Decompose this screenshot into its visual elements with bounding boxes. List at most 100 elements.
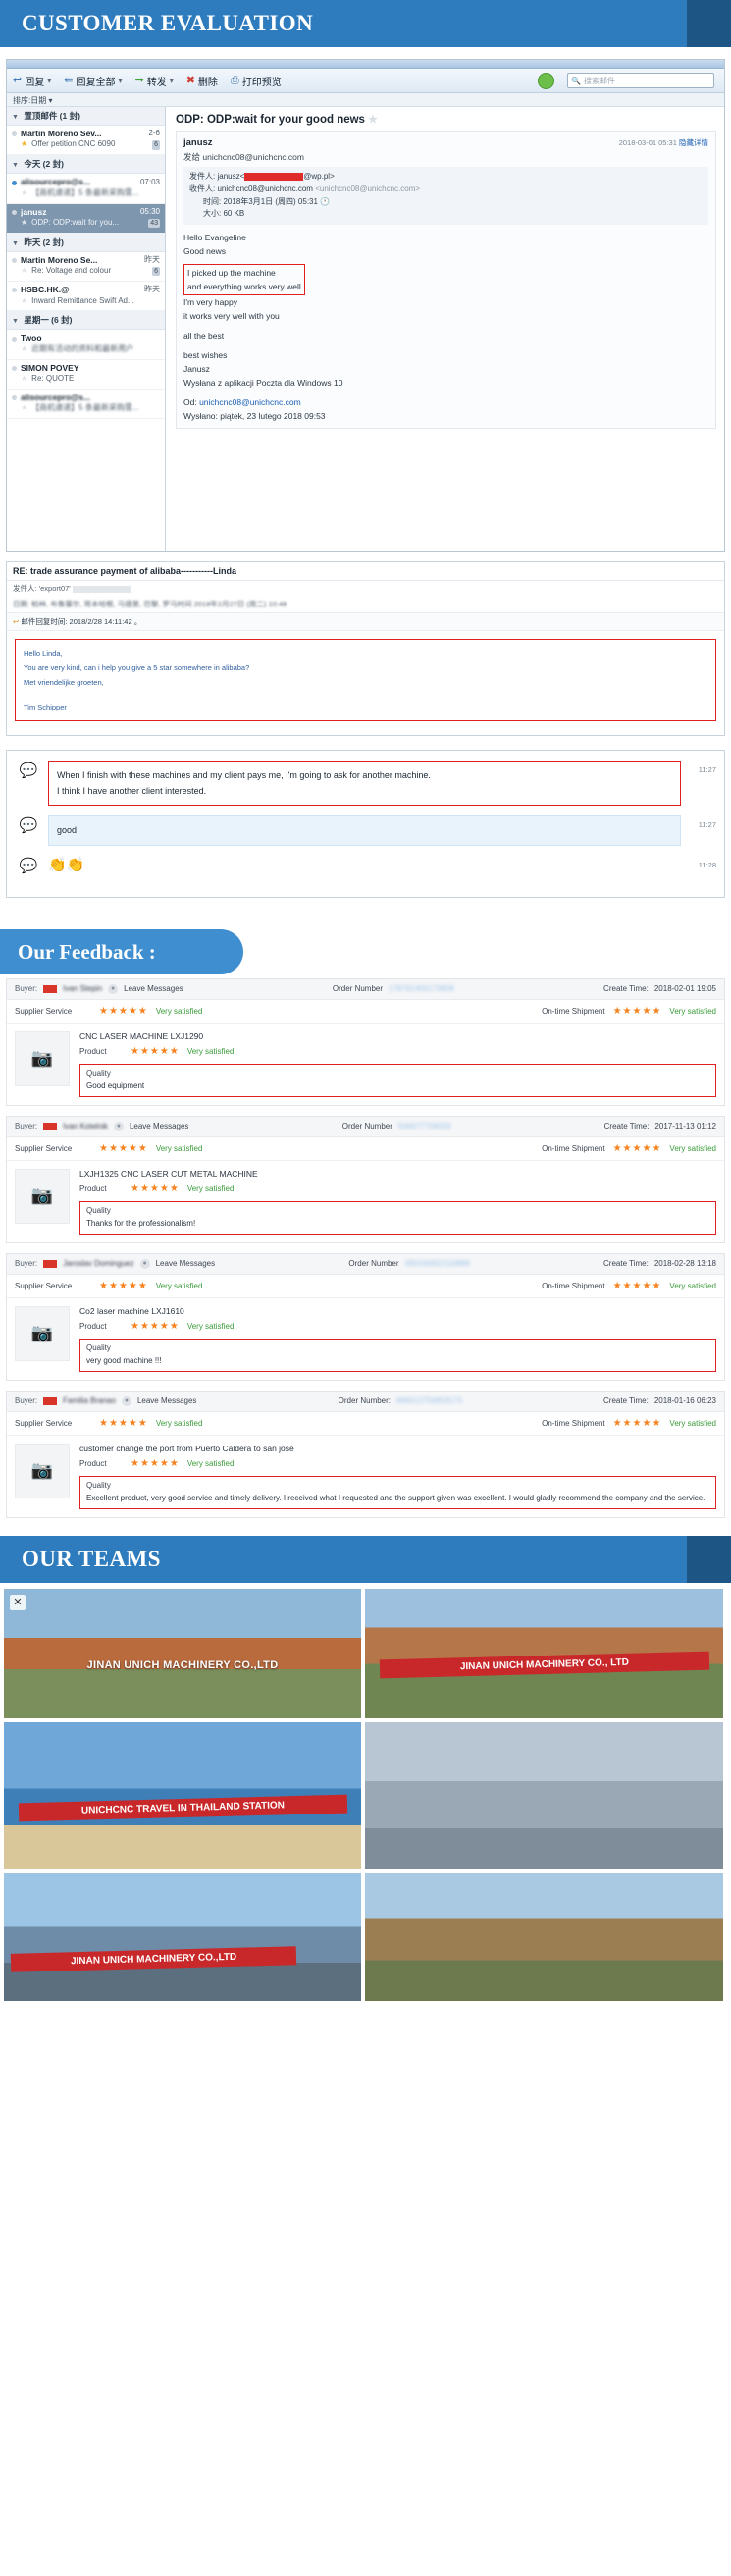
customer-evaluation-banner: CUSTOMER EVALUATION	[0, 0, 731, 47]
leave-messages-link[interactable]: Leave Messages	[137, 1396, 196, 1405]
buyer-label: Buyer:	[15, 1122, 38, 1131]
list-item-date: 昨天	[144, 255, 160, 265]
order-number-value: 178761400173808	[389, 984, 454, 994]
mail-body: ▼ 置顶邮件 (1 封) Martin Moreno Sev... 2-6 ★ …	[7, 107, 724, 551]
close-icon[interactable]: ✕	[10, 1594, 26, 1610]
star-icon[interactable]: ★	[21, 374, 27, 385]
leave-messages-link[interactable]: Leave Messages	[124, 984, 183, 993]
list-item-sender: janusz	[21, 206, 47, 217]
product-rating-value: Very satisfied	[186, 1183, 235, 1193]
product-title: LXJH1325 CNC LASER CUT METAL MACHINE	[79, 1168, 258, 1179]
header-to-muted: <unichcnc08@unichcnc.com>	[315, 184, 421, 193]
list-item-subject: Re: QUOTE	[31, 374, 75, 384]
email-timestamp: 2018-03-01 05:31	[618, 138, 677, 147]
highlight-line-2: and everything works very well	[187, 282, 301, 292]
message-icon[interactable]: ●	[139, 1258, 150, 1269]
product-label: Product	[79, 1046, 107, 1056]
order-number-label: Order Number:	[338, 1396, 392, 1406]
supplier-service-label: Supplier Service	[15, 1281, 73, 1290]
body-greeting: Hello Evangeline	[183, 233, 246, 243]
message-icon[interactable]: ●	[108, 983, 119, 994]
quality-comment-text: Excellent product, very good service and…	[86, 1493, 705, 1502]
list-item[interactable]: alisourcepro@s... ★ 【商机速递】5 条最新采购需...	[7, 390, 165, 420]
create-time-value: 2018-01-16 06:23	[653, 1396, 716, 1406]
rating-stars: ★★★★★	[131, 1457, 180, 1469]
leave-messages-link[interactable]: Leave Messages	[156, 1259, 215, 1268]
list-item[interactable]: alisourcepro@s... 07:03 ★ 【商机速递】5 条最新采购需…	[7, 174, 165, 204]
email-subject-heading: ODP: ODP:wait for your good news ★	[176, 113, 716, 126]
section-title-teams: OUR TEAMS	[22, 1546, 161, 1571]
sort-label: 排序:日期	[13, 96, 47, 105]
redacted-address	[72, 585, 131, 593]
leave-messages-link[interactable]: Leave Messages	[130, 1122, 188, 1130]
unread-dot-icon	[12, 395, 17, 401]
star-icon[interactable]: ★	[21, 139, 27, 150]
list-item[interactable]: SIMON POVEY ★ Re: QUOTE	[7, 360, 165, 390]
list-group-header[interactable]: ▼ 今天 (2 封)	[7, 155, 165, 175]
body-signature: Janusz	[183, 364, 210, 375]
team-photo-thai-temple	[365, 1872, 723, 2001]
od-label: Od:	[183, 397, 197, 408]
list-item[interactable]: Martin Moreno Sev... 2-6 ★ Offer petitio…	[7, 126, 165, 156]
highlight-line-1: I picked up the machine	[187, 268, 276, 279]
header-time-line: 时间: 2018年3月1日 (周四) 05:31 🕐	[189, 196, 703, 209]
message-icon[interactable]: ●	[113, 1121, 124, 1131]
rating-stars: ★★★★★	[99, 1417, 148, 1429]
mail-list-pane[interactable]: ▼ 置顶邮件 (1 封) Martin Moreno Sev... 2-6 ★ …	[7, 107, 166, 551]
star-icon[interactable]: ★	[21, 344, 27, 355]
feedback-card-header: Buyer: Ivan Kotelnik ● Leave Messages Or…	[7, 1116, 724, 1137]
star-icon[interactable]: ★	[368, 114, 378, 126]
trade-assurance-body: Hello Linda, You are very kind, can i he…	[7, 631, 724, 735]
body-client-footer: Wysłana z aplikacji Poczta dla Windows 1…	[183, 378, 343, 389]
star-icon[interactable]: ★	[21, 218, 27, 229]
header-size-line: 大小: 60 KB	[189, 208, 703, 221]
star-icon[interactable]: ★	[21, 296, 27, 307]
supplier-service-value: Very satisfied	[155, 1418, 203, 1428]
mail-sort-bar[interactable]: 排序:日期 ▾	[7, 93, 724, 107]
toolbar-print-preview-button[interactable]: ⎙ 打印预览	[231, 74, 282, 88]
mail-reading-pane: ODP: ODP:wait for your good news ★ janus…	[166, 107, 724, 551]
toolbar-delete-button[interactable]: ✖ 删除	[186, 74, 218, 88]
ta-quote-line-3: Met vriendelijke groeten,	[24, 678, 104, 687]
banner-corner-icon	[687, 1535, 731, 1583]
list-item[interactable]: Twoo ★ 近期有活动的资料和最新用户	[7, 330, 165, 360]
list-group-header[interactable]: ▼ 置顶邮件 (1 封)	[7, 107, 165, 126]
list-item-sender: Twoo	[21, 333, 42, 343]
list-item[interactable]: Martin Moreno Se... 昨天 ★ Re: Voltage and…	[7, 252, 165, 283]
quality-comment-text: very good machine !!!	[86, 1355, 162, 1365]
message-icon[interactable]: ●	[121, 1395, 131, 1406]
star-icon[interactable]: ★	[21, 403, 27, 414]
feedback-product-row: 📷 Co2 laser machine LXJ1610 Product ★★★★…	[7, 1298, 724, 1380]
header-from-value: janusz<	[217, 172, 245, 181]
rating-stars: ★★★★★	[131, 1183, 180, 1194]
rating-stars: ★★★★★	[612, 1280, 662, 1291]
list-item-sender: HSBC.HK.@	[21, 285, 70, 295]
toolbar-reply-all-button[interactable]: ⇚ 回复全部 ▾	[64, 74, 122, 88]
list-group-header[interactable]: ▼ 昨天 (2 封)	[7, 233, 165, 252]
list-item[interactable]: janusz 05:30 ★ ODP: ODP:wait for you... …	[7, 203, 165, 234]
list-group-header[interactable]: ▼ 星期一 (6 封)	[7, 311, 165, 331]
create-time-label: Create Time:	[603, 1396, 649, 1406]
rating-stars: ★★★★★	[612, 1142, 662, 1154]
star-icon[interactable]: ★	[21, 188, 27, 199]
hide-details-link[interactable]: 隐藏详情	[679, 138, 708, 147]
star-icon[interactable]: ★	[21, 266, 27, 277]
product-rating-row: Product ★★★★★ Very satisfied	[79, 1321, 716, 1332]
ta-from-label: 发件人:	[13, 584, 37, 593]
mail-client-window: ↩ 回复 ▾ ⇚ 回复全部 ▾ ➞ 转发 ▾ ✖ 删除 ⎙ 打印预览 🔍 搜索邮…	[6, 59, 725, 552]
toolbar-forward-button[interactable]: ➞ 转发 ▾	[134, 74, 173, 88]
search-input[interactable]: 🔍 搜索邮件	[567, 73, 714, 88]
photo-caption: JINAN UNICH MACHINERY CO.,LTD	[11, 1945, 297, 1972]
chat-line-2: I think I have another client interested…	[57, 786, 207, 797]
list-item-date: 05:30	[139, 206, 160, 216]
chevron-down-icon: ▼	[12, 239, 19, 247]
order-number-value: 866013756803173	[396, 1396, 462, 1406]
email-subject-text: ODP: ODP:wait for your good news	[176, 114, 365, 126]
team-photo-courtyard-lineup	[365, 1721, 723, 1869]
quality-comment-text: Good equipment	[86, 1080, 145, 1090]
chat-avatar-icon: 💬	[19, 857, 38, 874]
rating-stars: ★★★★★	[99, 1280, 148, 1291]
list-item[interactable]: HSBC.HK.@ 昨天 ★ Inward Remittance Swift A…	[7, 282, 165, 312]
toolbar-reply-button[interactable]: ↩ 回复 ▾	[13, 74, 51, 88]
reply-arrow-icon: ↩	[13, 617, 20, 626]
